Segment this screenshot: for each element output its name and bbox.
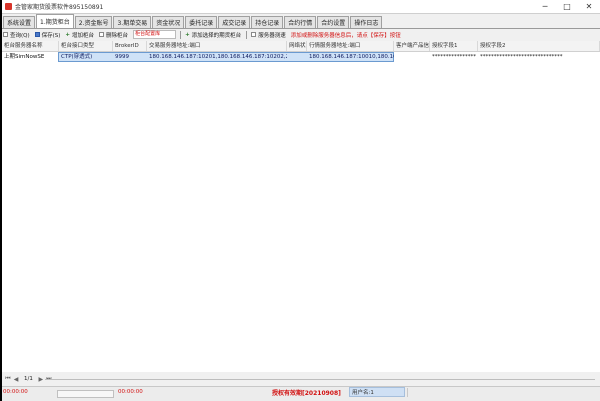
- column-header-2[interactable]: BrokerID: [113, 41, 147, 51]
- server-test-label: 服务器测速: [258, 32, 286, 39]
- toolbar-separator: [180, 30, 182, 39]
- column-header-6[interactable]: 客户端产品信息: [394, 41, 430, 51]
- tab-1[interactable]: 1.期货柜台: [36, 14, 74, 28]
- status-bar: 00:00:00 00:00:00 授权有效期[20210908] 用户名:1: [2, 386, 600, 401]
- cell-auth2: ******************************: [480, 54, 563, 60]
- plus-icon: +: [185, 31, 190, 38]
- first-page-button[interactable]: ⏮: [4, 375, 12, 383]
- column-header-5[interactable]: 行情服务器地址:端口: [307, 41, 394, 51]
- status-time-right: 00:00:00: [118, 389, 143, 395]
- query-button[interactable]: 查询(Q): [3, 31, 30, 39]
- window-title: 金管家期货股票软件895150891: [15, 4, 104, 11]
- add-futures-button[interactable]: + 添加选择的期货柜台: [185, 31, 241, 39]
- close-button[interactable]: ✕: [578, 0, 600, 13]
- tab-strip: 系统设置 1.期货柜台 2.资金账号 3.期单交易 资金状况 委托记录 成交记录 持仓记录 合约…: [2, 14, 600, 29]
- username-display: 用户名:1: [349, 387, 405, 397]
- license-validity: 授权有效期[20210908]: [272, 390, 341, 397]
- save-button[interactable]: 保存(S): [34, 31, 61, 39]
- add-futures-label: 添加选择的期货柜台: [191, 32, 242, 39]
- cell-auth1: ****************: [432, 54, 476, 60]
- table-row[interactable]: 上期SimNowSE CTP(穿透式) 9999 180.168.146.187:10…: [2, 52, 600, 62]
- tab-9[interactable]: 合约设置: [317, 16, 350, 28]
- tab-2[interactable]: 2.资金账号: [74, 16, 113, 28]
- app-logo-icon: [5, 3, 12, 10]
- tab-4[interactable]: 资金状况: [152, 16, 185, 28]
- cell-name: 上期SimNowSE: [4, 54, 45, 60]
- table-header: 柜台服务器名称柜台接口类型BrokerID交易服务器地址:端口网络状况行情服务器…: [2, 41, 600, 52]
- cell-net: [287, 52, 307, 62]
- tab-8[interactable]: 合约行情: [284, 16, 317, 28]
- delete-counter-label: 删除柜台: [106, 32, 129, 39]
- cell-client: [394, 52, 430, 62]
- tab-10[interactable]: 操作日志: [350, 16, 383, 28]
- add-counter-label: 增加柜台: [72, 32, 95, 39]
- minus-icon: [99, 32, 105, 37]
- save-label: 保存(S): [41, 32, 61, 39]
- title-bar: 金管家期货股票软件895150891 ─ □ ✕: [2, 0, 600, 14]
- status-panel: [407, 388, 568, 397]
- plus-icon: +: [65, 31, 71, 38]
- cell-trade-addr: 180.168.146.187:10201,180.168.146.187:10…: [149, 54, 287, 60]
- tab-5[interactable]: 委托记录: [185, 16, 218, 28]
- tab-3[interactable]: 3.期单交易: [113, 16, 152, 28]
- counter-table: 柜台服务器名称柜台接口类型BrokerID交易服务器地址:端口网络状况行情服务器…: [2, 41, 600, 372]
- maximize-button[interactable]: □: [556, 0, 578, 13]
- cell-broker-id: 9999: [115, 54, 129, 60]
- tab-0[interactable]: 系统设置: [3, 16, 36, 28]
- server-test-button[interactable]: 服务器测速: [251, 31, 286, 39]
- delete-counter-button[interactable]: 删除柜台: [99, 31, 128, 39]
- column-header-1[interactable]: 柜台接口类型: [59, 41, 113, 51]
- status-time-left: 00:00:00: [3, 389, 28, 395]
- column-header-7[interactable]: 授权字段1: [430, 41, 478, 51]
- add-counter-button[interactable]: + 增加柜台: [65, 31, 94, 39]
- tab-6[interactable]: 成交记录: [218, 16, 251, 28]
- main-window: 金管家期货股票软件895150891 ─ □ ✕ 系统设置 1.期货柜台 2.资金账…: [0, 0, 600, 401]
- query-icon: [3, 32, 8, 37]
- column-header-8[interactable]: 授权字段2: [478, 41, 600, 51]
- minimize-button[interactable]: ─: [534, 0, 556, 13]
- status-progress-box: [57, 390, 114, 398]
- save-hint: 添加或删除服务器信息后，请点【保存】按钮: [290, 32, 401, 39]
- cell-type: CTP(穿透式): [61, 54, 93, 60]
- toolbar-separator: [246, 30, 248, 39]
- page-indicator: 1/1: [24, 376, 33, 382]
- horizontal-scrollbar[interactable]: [45, 379, 595, 380]
- next-page-button[interactable]: ▶: [37, 375, 45, 383]
- window-controls: ─ □ ✕: [534, 0, 600, 13]
- cell-md-addr: 180.168.146.187:10010,180.168.146.18: [309, 54, 394, 60]
- column-header-3[interactable]: 交易服务器地址:端口: [147, 41, 287, 51]
- save-icon: [34, 32, 40, 37]
- tab-7[interactable]: 持仓记录: [251, 16, 284, 28]
- column-header-4[interactable]: 网络状况: [287, 41, 307, 51]
- column-header-0[interactable]: 柜台服务器名称: [2, 41, 59, 51]
- speed-test-icon: [251, 32, 257, 37]
- toolbar: 查询(Q) 保存(S) + 增加柜台 删除柜台 柜台配置库 + 添加选择的期货柜台 …: [2, 29, 600, 40]
- prev-page-button[interactable]: ◀: [12, 375, 20, 383]
- query-label: 查询(Q): [10, 32, 30, 39]
- counter-config-filter[interactable]: 柜台配置库: [133, 30, 177, 39]
